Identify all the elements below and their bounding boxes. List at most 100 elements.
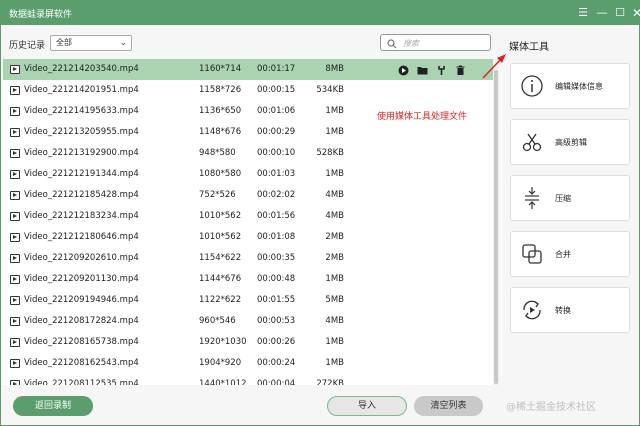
file-row[interactable]: Video_221208112535.mp4 1440*1012 00:00:04 2… bbox=[3, 374, 493, 385]
file-duration: 00:00:24 bbox=[257, 358, 296, 368]
file-name: Video_221214203540.mp4 bbox=[24, 64, 139, 74]
close-icon[interactable]: ✕ bbox=[628, 4, 640, 22]
history-filter-select[interactable]: 全部 ⌄ bbox=[50, 35, 132, 51]
minimize-icon[interactable]: — bbox=[593, 4, 611, 22]
file-duration: 00:00:48 bbox=[257, 274, 296, 284]
file-size: 4MB bbox=[325, 190, 344, 200]
import-button[interactable]: 导入 bbox=[327, 396, 407, 416]
file-row[interactable]: Video_221208165738.mp4 1920*1030 00:00:26 1… bbox=[3, 332, 493, 353]
window-title: 数据蛙录屏软件 bbox=[9, 10, 73, 20]
file-duration: 00:01:56 bbox=[257, 211, 296, 221]
file-resolution: 1010*562 bbox=[199, 211, 242, 221]
file-size: 534KB bbox=[316, 85, 344, 95]
clear-list-button[interactable]: 清空列表 bbox=[414, 396, 483, 416]
scrollbar-thumb[interactable] bbox=[494, 70, 498, 384]
video-file-icon bbox=[10, 359, 20, 368]
maximize-icon[interactable]: ☐ bbox=[611, 4, 629, 22]
file-row[interactable]: Video_221209202610.mp4 1154*622 00:00:35 2M… bbox=[3, 248, 493, 269]
file-row[interactable]: Video_221208162543.mp4 1904*920 00:00:24 1M… bbox=[3, 353, 493, 374]
file-name: Video_221212185428.mp4 bbox=[24, 190, 139, 200]
file-name: Video_221214195633.mp4 bbox=[24, 106, 139, 116]
file-name: Video_221209202610.mp4 bbox=[24, 253, 139, 263]
tool-card-advanced-cut[interactable]: 高级剪辑 bbox=[510, 119, 630, 165]
file-row[interactable]: Video_221209194946.mp4 1122*622 00:01:55 5M… bbox=[3, 290, 493, 311]
file-resolution: 948*580 bbox=[199, 148, 236, 158]
file-list[interactable]: Video_221214203540.mp4 1160*714 00:01:17 8M… bbox=[3, 59, 493, 385]
info-icon bbox=[521, 75, 543, 97]
media-tools-title: 媒体工具 bbox=[509, 42, 549, 53]
file-name: Video_221214201951.mp4 bbox=[24, 85, 139, 95]
file-name: Video_221212183234.mp4 bbox=[24, 211, 139, 221]
file-resolution: 1920*1030 bbox=[199, 337, 247, 347]
file-resolution: 1148*676 bbox=[199, 127, 242, 137]
tool-card-convert[interactable]: 转换 bbox=[510, 287, 630, 333]
tool-label: 压缩 bbox=[555, 194, 571, 203]
file-duration: 00:01:17 bbox=[257, 64, 296, 74]
search-icon bbox=[387, 36, 397, 52]
history-label: 历史记录 bbox=[9, 41, 46, 51]
file-row[interactable]: Video_221212180646.mp4 1010*562 00:01:08 2M… bbox=[3, 227, 493, 248]
file-row[interactable]: Video_221214203540.mp4 1160*714 00:01:17 8M… bbox=[3, 59, 493, 80]
file-size: 1MB bbox=[325, 337, 344, 347]
file-size: 272KB bbox=[316, 379, 344, 385]
video-file-icon bbox=[10, 65, 20, 74]
tool-label: 编辑媒体信息 bbox=[555, 82, 603, 91]
file-duration: 00:00:29 bbox=[257, 127, 296, 137]
delete-icon[interactable] bbox=[455, 64, 466, 75]
play-icon[interactable] bbox=[398, 64, 409, 76]
tool-icon[interactable] bbox=[436, 64, 447, 75]
back-to-record-button[interactable]: 返回录制 bbox=[13, 396, 93, 416]
file-row[interactable]: Video_221212191344.mp4 1080*580 00:01:03 1M… bbox=[3, 164, 493, 185]
file-duration: 00:01:03 bbox=[257, 169, 296, 179]
video-file-icon bbox=[10, 254, 20, 263]
compress-icon bbox=[525, 187, 539, 209]
file-row[interactable]: Video_221212183234.mp4 1010*562 00:01:56 4M… bbox=[3, 206, 493, 227]
file-duration: 00:00:10 bbox=[257, 148, 296, 158]
file-resolution: 1122*622 bbox=[199, 295, 242, 305]
folder-icon[interactable] bbox=[417, 64, 428, 75]
video-file-icon bbox=[10, 275, 20, 284]
file-duration: 00:01:55 bbox=[257, 295, 296, 305]
file-size: 8MB bbox=[325, 64, 344, 74]
merge-icon bbox=[522, 244, 542, 264]
file-row[interactable]: Video_221212185428.mp4 752*526 00:02:02 4MB bbox=[3, 185, 493, 206]
file-resolution: 1080*580 bbox=[199, 169, 242, 179]
tool-label: 转换 bbox=[555, 306, 571, 315]
tool-card-merge[interactable]: 合并 bbox=[510, 231, 630, 277]
tool-label: 高级剪辑 bbox=[555, 138, 587, 147]
file-resolution: 1904*920 bbox=[199, 358, 242, 368]
file-row[interactable]: Video_221213205955.mp4 1148*676 00:00:29 1M… bbox=[3, 122, 493, 143]
file-size: 2MB bbox=[325, 232, 344, 242]
file-name: Video_221213192900.mp4 bbox=[24, 148, 139, 158]
file-row[interactable]: Video_221214201951.mp4 1158*726 00:00:15 53… bbox=[3, 80, 493, 101]
video-file-icon bbox=[10, 317, 20, 326]
app-window: 数据蛙录屏软件 ☰ — ☐ ✕ 历史记录 全部 ⌄ 搜索 Video_22121… bbox=[0, 0, 640, 426]
file-duration: 00:00:35 bbox=[257, 253, 296, 263]
file-name: Video_221213205955.mp4 bbox=[24, 127, 139, 137]
file-row[interactable]: Video_221209201130.mp4 1144*676 00:00:48 1M… bbox=[3, 269, 493, 290]
video-file-icon bbox=[10, 380, 20, 385]
file-size: 1MB bbox=[325, 106, 344, 116]
history-filter-value: 全部 bbox=[56, 38, 72, 47]
file-row[interactable]: Video_221208172824.mp4 960*546 00:00:53 4MB bbox=[3, 311, 493, 332]
file-duration: 00:00:04 bbox=[257, 379, 296, 385]
file-row[interactable]: Video_221213192900.mp4 948*580 00:00:10 528… bbox=[3, 143, 493, 164]
file-size: 4MB bbox=[325, 211, 344, 221]
file-size: 528KB bbox=[316, 148, 344, 158]
file-resolution: 1158*726 bbox=[199, 85, 242, 95]
file-name: Video_221208172824.mp4 bbox=[24, 316, 139, 326]
file-duration: 00:02:02 bbox=[257, 190, 296, 200]
file-resolution: 1136*650 bbox=[199, 106, 242, 116]
video-file-icon bbox=[10, 86, 20, 95]
video-file-icon bbox=[10, 107, 20, 116]
file-name: Video_221208162543.mp4 bbox=[24, 358, 139, 368]
video-file-icon bbox=[10, 149, 20, 158]
file-name: Video_221208165738.mp4 bbox=[24, 337, 139, 347]
video-file-icon bbox=[10, 296, 20, 305]
file-name: Video_221209194946.mp4 bbox=[24, 295, 139, 305]
search-input[interactable]: 搜索 bbox=[380, 34, 491, 51]
file-size: 1MB bbox=[325, 274, 344, 284]
menu-icon[interactable]: ☰ bbox=[574, 4, 592, 22]
tool-card-edit-info[interactable]: 编辑媒体信息 bbox=[510, 63, 630, 109]
tool-card-compress[interactable]: 压缩 bbox=[510, 175, 630, 221]
